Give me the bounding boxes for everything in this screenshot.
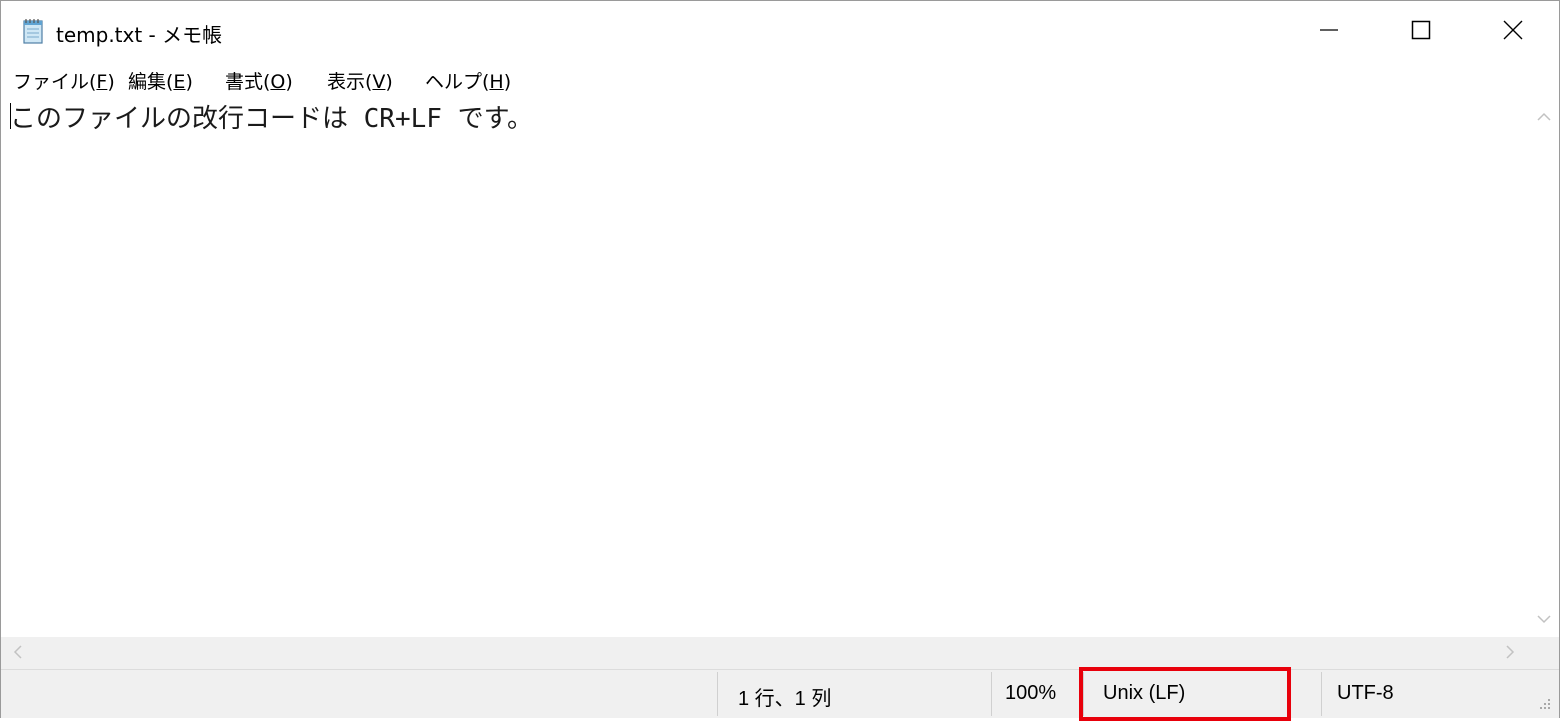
chevron-up-icon [1537,107,1551,126]
status-encoding: UTF-8 [1337,682,1394,704]
vertical-scrollbar[interactable] [1529,97,1559,637]
maximize-button[interactable] [1375,1,1467,63]
menu-view[interactable]: 表示(V) [327,67,393,94]
scroll-down-button[interactable] [1529,603,1559,633]
scrollbar-corner [1529,637,1559,669]
window-title: temp.txt - メモ帳 [56,23,223,47]
chevron-down-icon [1537,609,1551,628]
status-cursor-position: 1 行、1 列 [738,688,832,710]
menu-bar: ファイル(F) 編集(E) 書式(O) 表示(V) ヘルプ(H) [1,63,1559,97]
minimize-icon [1319,20,1339,44]
notepad-window: temp.txt - メモ帳 ファイル(F) 編集(E) 書式(O) 表示(V)… [0,0,1560,721]
status-zoom: 100% [1005,682,1057,704]
title-bar[interactable]: temp.txt - メモ帳 [1,1,1559,63]
scroll-up-button[interactable] [1529,101,1559,131]
maximize-icon [1411,20,1431,44]
status-divider [1321,672,1322,716]
scroll-right-button[interactable] [1495,638,1525,668]
minimize-button[interactable] [1283,1,1375,63]
horizontal-scrollbar[interactable] [1,637,1529,669]
editor-content: このファイルの改行コードは CR+LF です。 [10,104,533,134]
menu-file[interactable]: ファイル(F) [13,67,115,94]
notepad-icon[interactable] [19,17,47,45]
menu-help[interactable]: ヘルプ(H) [425,67,511,94]
close-button[interactable] [1467,1,1559,63]
line-ending-highlight-box [1079,667,1291,721]
chevron-left-icon [13,644,23,663]
resize-grip-icon[interactable] [1533,692,1553,712]
menu-edit[interactable]: 編集(E) [128,67,193,94]
menu-format[interactable]: 書式(O) [225,67,293,94]
status-bar: 1 行、1 列 100% Unix (LF) UTF-8 [1,669,1559,718]
status-divider [717,672,718,716]
status-divider [991,672,992,716]
scroll-left-button[interactable] [3,638,33,668]
close-icon [1503,20,1523,44]
chevron-right-icon [1505,644,1515,663]
text-editor[interactable]: このファイルの改行コードは CR+LF です。 [1,97,1529,637]
